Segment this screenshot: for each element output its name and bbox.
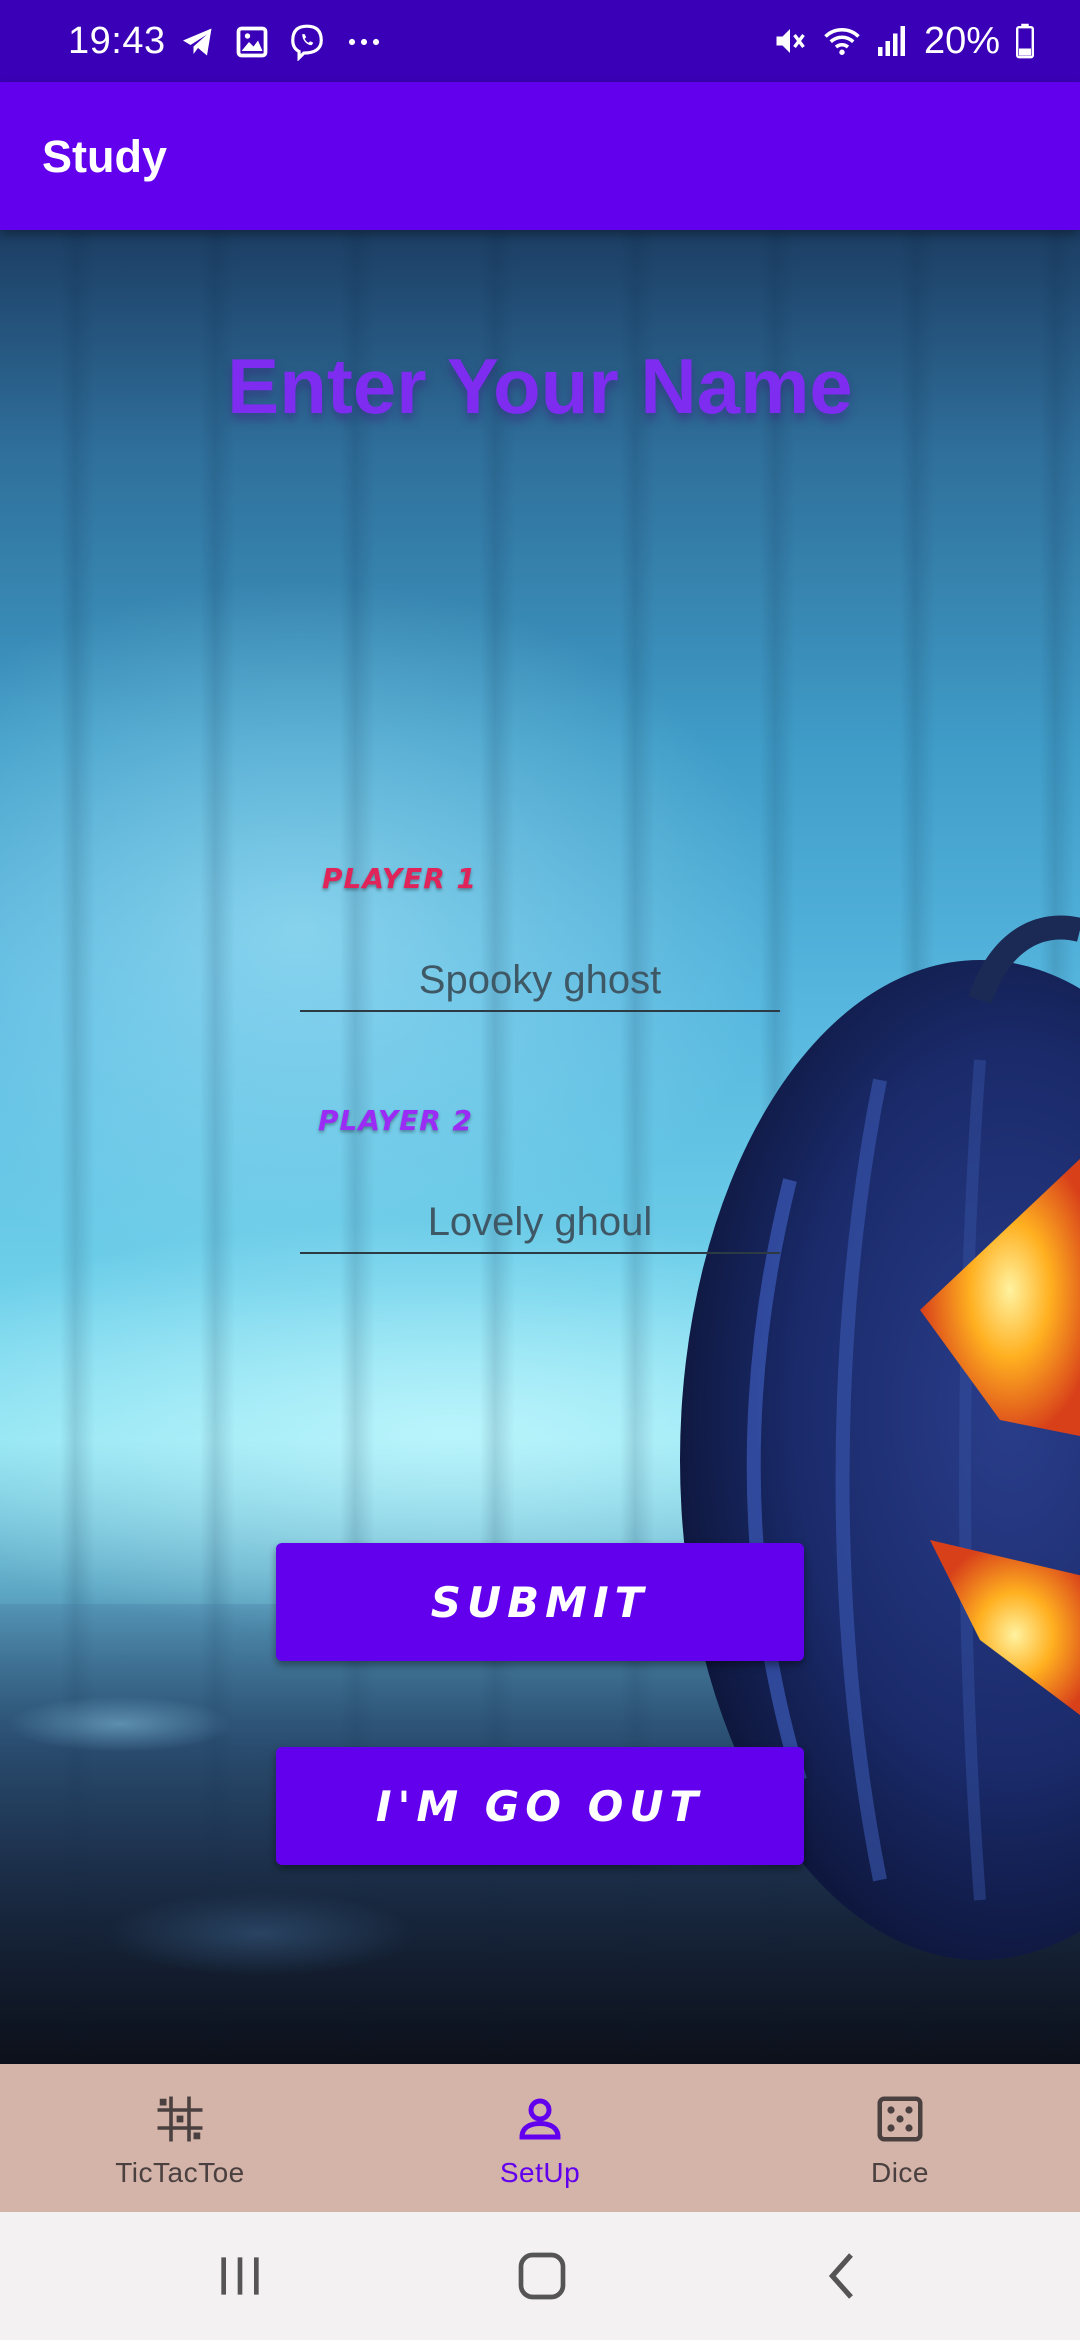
gallery-icon (236, 26, 268, 58)
more-dots-icon (348, 38, 380, 46)
battery-icon (1016, 23, 1034, 59)
submit-button[interactable]: SUBMIT (276, 1543, 804, 1661)
grid-icon (157, 2096, 203, 2142)
battery-percent: 20% (923, 20, 1000, 62)
nav-item-tictactoe[interactable]: TicTacToe (0, 2064, 360, 2212)
status-notification-icons (180, 20, 384, 64)
bottom-navigation: TicTacToe SetUp Dice (0, 2064, 1080, 2212)
app-bar: Study (0, 82, 1080, 230)
recents-icon[interactable] (212, 2248, 268, 2304)
screen: 19:43 20% Study Enter Your Name PLAYER 1… (0, 0, 1080, 2340)
player1-label: PLAYER 1 (322, 862, 478, 895)
person-icon (519, 2098, 561, 2140)
system-navigation-bar (0, 2212, 1080, 2340)
status-bar: 19:43 20% (0, 0, 1080, 82)
nav-item-dice[interactable]: Dice (720, 2064, 1080, 2212)
player1-name-input[interactable] (300, 950, 780, 1012)
viber-icon (291, 24, 323, 61)
home-icon[interactable] (514, 2248, 570, 2304)
status-time: 19:43 (68, 20, 166, 62)
signal-icon (877, 26, 905, 56)
nav-label-setup: SetUp (499, 2157, 581, 2188)
player2-name-input[interactable] (300, 1192, 780, 1254)
nav-item-setup[interactable]: SetUp (360, 2064, 720, 2212)
go-out-button[interactable]: I'M GO OUT (276, 1747, 804, 1865)
page-title: Enter Your Name (227, 342, 853, 430)
nav-label-tictactoe: TicTacToe (115, 2157, 245, 2188)
nav-label-dice: Dice (870, 2157, 929, 2188)
status-system-icons: 20% (772, 18, 1036, 64)
player2-label: PLAYER 2 (318, 1104, 474, 1137)
app-title: Study (42, 131, 168, 182)
dice-icon (877, 2096, 923, 2142)
back-icon[interactable] (816, 2248, 872, 2304)
telegram-icon (183, 28, 212, 56)
mute-icon (776, 29, 805, 53)
wifi-icon (824, 27, 860, 55)
